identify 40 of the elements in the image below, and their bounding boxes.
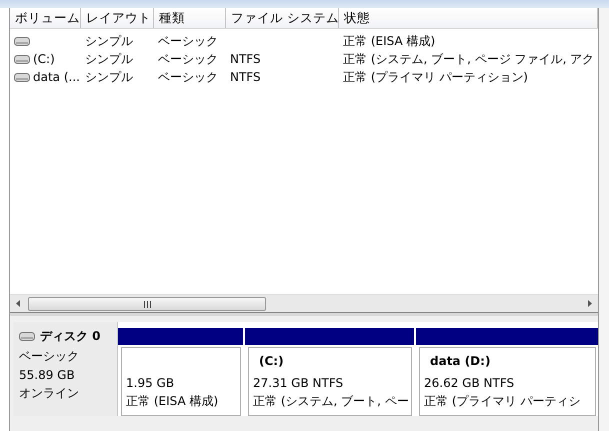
table-cell: data (... — [33, 70, 80, 84]
disk-name: ディスク 0 — [40, 328, 101, 345]
disk-size: 55.89 GB — [19, 368, 76, 382]
column-header[interactable]: 種類 — [154, 8, 226, 28]
partition-box[interactable]: data (D:) 26.62 GB NTFS 正常 (プライマリ パーティシ — [419, 347, 596, 416]
column-header[interactable]: ファイル システム — [226, 8, 339, 28]
scroll-right-icon[interactable] — [586, 299, 594, 308]
partition-status: 正常 (EISA 構成) — [126, 393, 220, 410]
column-header[interactable]: ボリューム — [10, 8, 81, 28]
partition-label: data (D:) — [429, 354, 492, 368]
partition-status: 正常 (システム, ブート, ペー — [253, 393, 407, 410]
table-cell: ベーシック — [158, 50, 218, 68]
scroll-left-icon[interactable] — [14, 299, 22, 308]
partition-label: (C:) — [258, 354, 285, 368]
table-cell: NTFS — [230, 52, 261, 66]
partition-size: 1.95 GB — [126, 376, 176, 390]
table-cell: ベーシック — [158, 68, 218, 86]
partition-status: 正常 (プライマリ パーティシ — [424, 393, 582, 410]
partition-box[interactable]: 1.95 GB 正常 (EISA 構成) — [121, 347, 241, 416]
drive-icon — [19, 332, 35, 341]
disk-type: ベーシック — [19, 348, 80, 365]
table-cell: 正常 (システム, ブート, ページ ファイル, アク — [343, 50, 594, 68]
drive-icon — [14, 72, 30, 82]
partition-box[interactable]: (C:) 27.31 GB NTFS 正常 (システム, ブート, ペー — [248, 347, 412, 416]
table-cell: シンプル — [85, 32, 133, 50]
table-cell: 正常 (EISA 構成) — [343, 32, 436, 50]
partition-size: 26.62 GB NTFS — [424, 376, 516, 390]
disk-info-panel[interactable]: ディスク 0 ベーシック 55.89 GB オンライン — [13, 322, 118, 416]
partition-size: 27.31 GB NTFS — [253, 376, 344, 390]
table-cell: シンプル — [85, 50, 133, 68]
drive-icon — [14, 36, 30, 46]
table-cell: ベーシック — [158, 32, 218, 50]
disk-status: オンライン — [19, 385, 80, 402]
table-cell: 正常 (プライマリ パーティション) — [343, 68, 528, 86]
table-cell: NTFS — [230, 70, 261, 84]
table-cell: シンプル — [85, 68, 133, 86]
scrollbar-thumb[interactable] — [28, 297, 266, 311]
drive-icon — [14, 54, 30, 64]
column-header[interactable]: レイアウト — [81, 8, 154, 28]
table-cell: (C:) — [33, 52, 55, 66]
